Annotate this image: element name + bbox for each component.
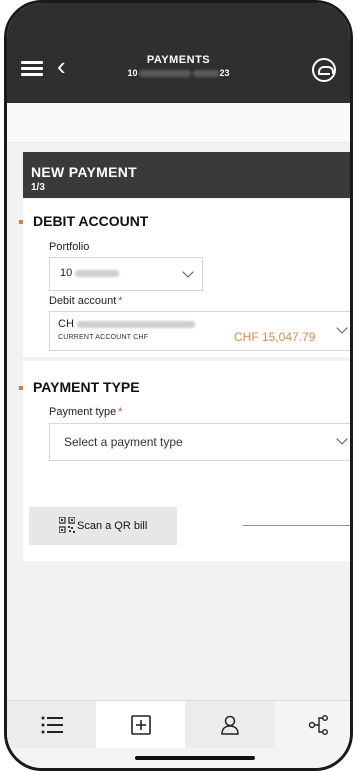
form-step: 1/3 — [31, 182, 45, 193]
scan-qr-bill-label: Scan a QR bill — [77, 520, 148, 532]
subtitle-suffix: 23 — [219, 68, 230, 78]
chevron-down-icon — [182, 266, 194, 278]
account-number: CH — [58, 318, 195, 330]
payment-type-label: Payment type * — [49, 406, 123, 418]
form-header: NEW PAYMENT 1/3 — [23, 152, 350, 198]
debit-section-title: DEBIT ACCOUNT — [18, 213, 149, 229]
debit-account-label-text: Debit account — [49, 295, 117, 307]
logout-icon[interactable] — [312, 58, 336, 82]
debit-account-label: Debit account * — [49, 295, 123, 307]
list-icon — [41, 716, 63, 734]
tab-list[interactable] — [7, 701, 96, 749]
account-prefix: CH — [58, 318, 74, 330]
tab-new-payment[interactable] — [96, 701, 185, 749]
redacted-text — [75, 269, 120, 277]
debit-account-select[interactable]: CH CURRENT ACCOUNT CHF CHF 15,047.79 — [49, 311, 350, 351]
portfolio-label: Portfolio — [49, 241, 90, 253]
required-mark: * — [118, 406, 123, 418]
form-title: NEW PAYMENT — [31, 164, 137, 180]
phone-frame: ‹ PAYMENTS 10 23 NEW PAYMENT 1/3 DEBIT AC… — [4, 0, 353, 771]
chevron-down-icon — [336, 322, 348, 334]
bottom-tab-bar — [7, 700, 350, 749]
redacted-text — [138, 70, 191, 78]
redacted-text — [192, 70, 219, 78]
page-title: PAYMENTS — [146, 54, 211, 66]
portfolio-subtitle: 10 23 — [7, 68, 350, 78]
required-mark: * — [118, 295, 123, 307]
portfolio-value-prefix: 10 — [60, 267, 73, 279]
plus-square-icon — [130, 715, 151, 735]
contacts-icon — [220, 715, 239, 735]
home-indicator[interactable] — [135, 756, 255, 760]
share-icon — [308, 715, 328, 735]
scan-qr-bill-button[interactable]: Scan a QR bill — [29, 507, 177, 545]
payment-type-select[interactable]: Select a payment type — [49, 423, 350, 461]
account-type: CURRENT ACCOUNT CHF — [58, 334, 149, 341]
portfolio-value: 10 — [60, 267, 120, 279]
account-balance: CHF 15,047.79 — [234, 330, 316, 344]
header-spacer — [7, 103, 350, 143]
payment-section-title: PAYMENT TYPE — [19, 379, 140, 395]
payment-type-label-text: Payment type — [49, 406, 117, 418]
redacted-text — [76, 320, 195, 328]
divider-line — [243, 525, 350, 526]
subtitle-prefix: 10 — [127, 68, 138, 78]
app-header: ‹ PAYMENTS 10 23 — [7, 3, 350, 103]
chevron-down-icon — [336, 433, 348, 445]
tab-share[interactable] — [274, 701, 350, 749]
debit-account-card: DEBIT ACCOUNT Portfolio 10 Debit account… — [18, 199, 350, 357]
tab-contacts[interactable] — [185, 701, 274, 749]
qr-code-icon — [59, 517, 75, 533]
payment-type-card: PAYMENT TYPE Payment type * Select a paym… — [19, 361, 350, 561]
payment-type-placeholder: Select a payment type — [64, 435, 183, 449]
portfolio-select[interactable]: 10 — [49, 257, 203, 291]
